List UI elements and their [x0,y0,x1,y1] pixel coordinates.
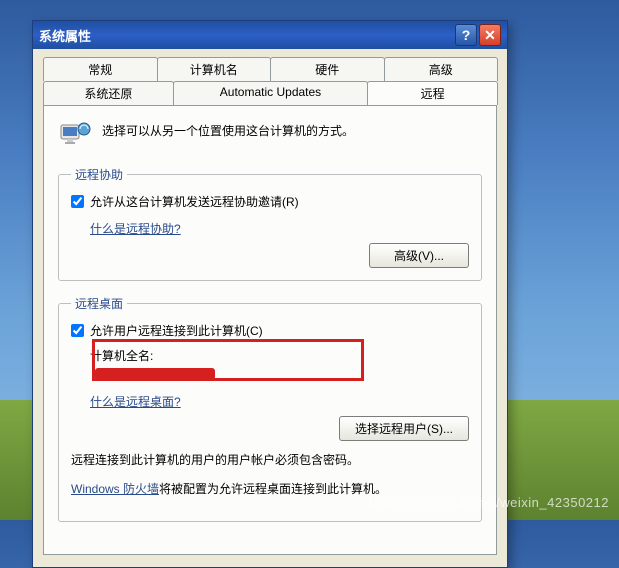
remote-desktop-checkbox[interactable] [71,324,84,337]
tab-advanced[interactable]: 高级 [384,57,499,81]
tab-remote[interactable]: 远程 [367,81,498,105]
titlebar[interactable]: 系统属性 ? ✕ [33,21,507,49]
tab-hardware[interactable]: 硬件 [270,57,385,81]
description-text: 选择可以从另一个位置使用这台计算机的方式。 [102,118,354,139]
remote-desktop-help-link[interactable]: 什么是远程桌面? [90,393,181,410]
remote-assist-checkbox-label: 允许从这台计算机发送远程协助邀请(R) [90,193,299,210]
remote-desktop-checkbox-label: 允许用户远程连接到此计算机(C) [90,322,263,339]
remote-desktop-legend: 远程桌面 [71,295,127,312]
remote-icon [58,118,94,154]
tab-general[interactable]: 常规 [43,57,158,81]
remote-assist-group: 远程协助 允许从这台计算机发送远程协助邀请(R) 什么是远程协助? 高级(V).… [58,166,482,281]
firewall-note-rest: 将被配置为允许远程桌面连接到此计算机。 [159,482,387,496]
close-button[interactable]: ✕ [479,24,501,46]
tab-system-restore[interactable]: 系统还原 [43,81,174,105]
tab-content: 选择可以从另一个位置使用这台计算机的方式。 远程协助 允许从这台计算机发送远程协… [43,105,497,555]
tab-computer-name[interactable]: 计算机名 [157,57,272,81]
redacted-value [95,366,469,383]
tab-auto-updates[interactable]: Automatic Updates [173,81,368,105]
password-note: 远程连接到此计算机的用户的用户帐户必须包含密码。 [71,451,469,470]
help-button[interactable]: ? [455,24,477,46]
dialog-title: 系统属性 [39,26,453,45]
close-icon: ✕ [484,27,496,44]
remote-assist-help-link[interactable]: 什么是远程协助? [90,220,181,237]
select-users-button[interactable]: 选择远程用户(S)... [339,416,469,441]
dialog-body: 常规 计算机名 硬件 高级 系统还原 Automatic Updates 远程 [33,49,507,567]
watermark: https://blog.csdn.net/weixin_42350212 [369,495,609,510]
full-name-label: 计算机全名: [90,349,153,363]
tabs: 常规 计算机名 硬件 高级 系统还原 Automatic Updates 远程 [43,57,497,105]
system-properties-dialog: 系统属性 ? ✕ 常规 计算机名 硬件 高级 系统还原 Automatic Up… [32,20,508,568]
remote-assist-checkbox[interactable] [71,195,84,208]
remote-desktop-group: 远程桌面 允许用户远程连接到此计算机(C) 计算机全名: 什么是远程桌面? 选择… [58,295,482,522]
remote-assist-advanced-button[interactable]: 高级(V)... [369,243,469,268]
firewall-link[interactable]: Windows 防火墙 [71,480,159,499]
remote-assist-legend: 远程协助 [71,166,127,183]
